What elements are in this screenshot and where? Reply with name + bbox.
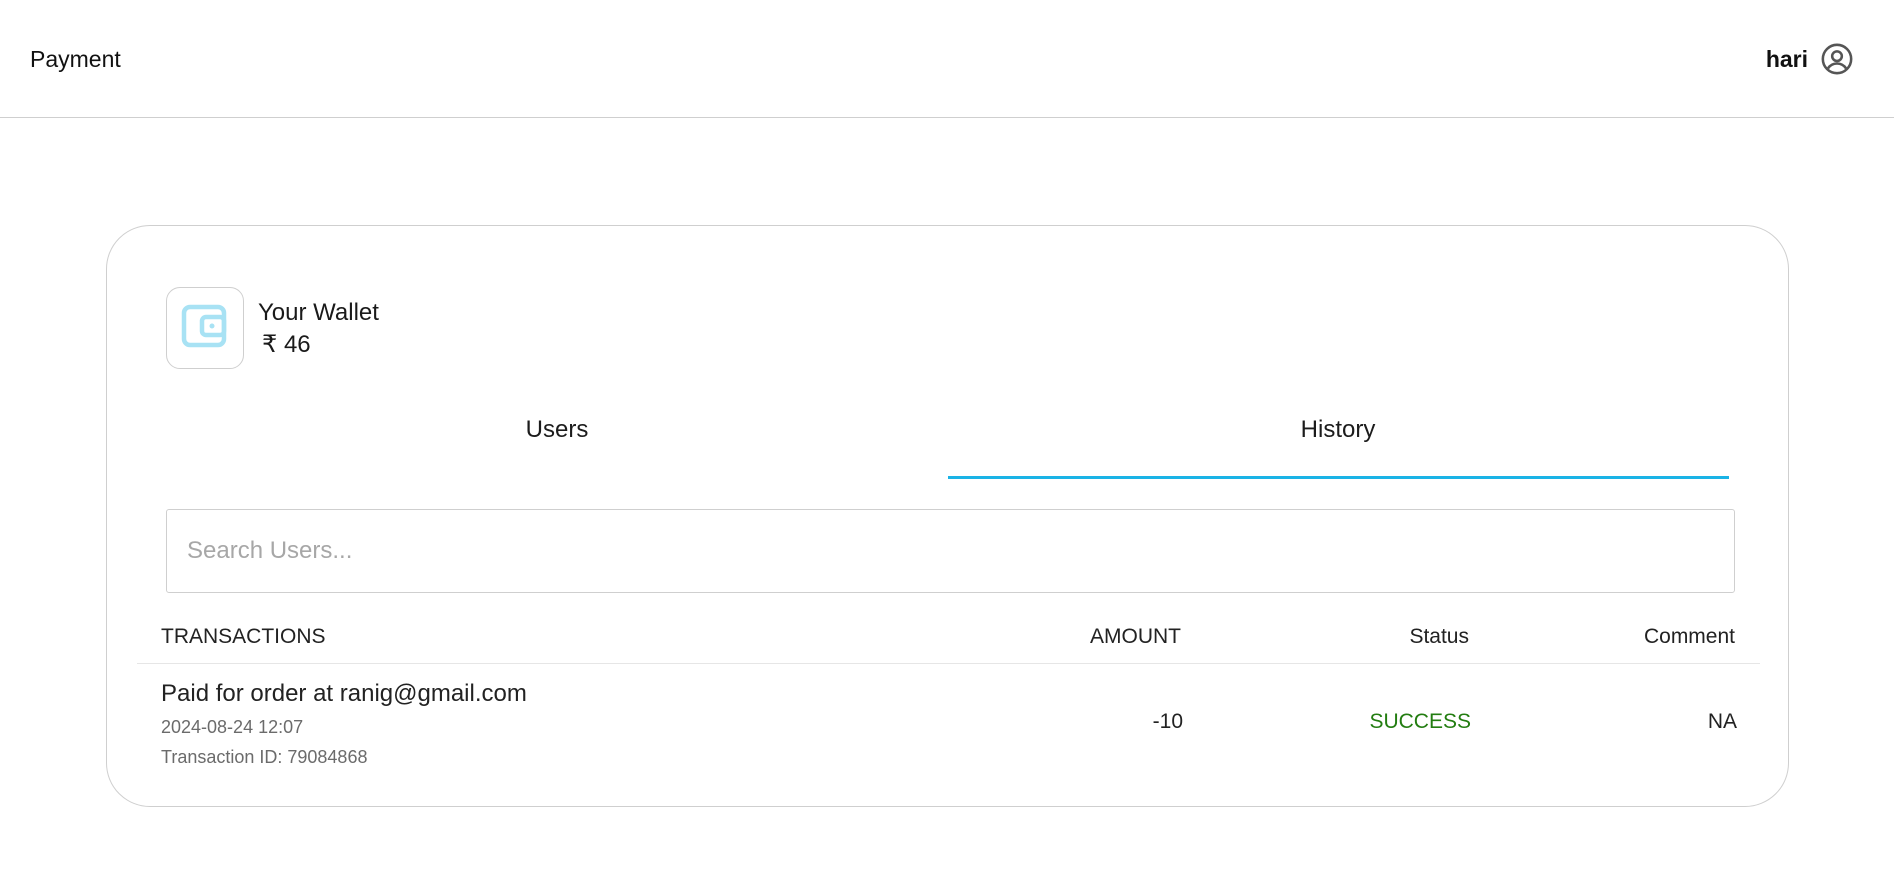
tab-history[interactable]: History [948, 416, 1728, 464]
column-header-comment: Comment [1643, 625, 1735, 648]
user-menu[interactable]: hari [1766, 42, 1854, 76]
wallet-card: Your Wallet ₹ 46 Users History TRANSACTI… [106, 225, 1789, 807]
column-header-status: Status [1409, 625, 1469, 648]
wallet-balance: ₹ 46 [262, 331, 311, 358]
active-tab-indicator [948, 476, 1729, 479]
top-app-bar: Payment hari [0, 0, 1894, 118]
transaction-id: Transaction ID: 79084868 [161, 747, 368, 767]
tab-users[interactable]: Users [167, 416, 947, 464]
transaction-comment: NA [1707, 710, 1737, 733]
wallet-icon-container [166, 287, 244, 369]
wallet-icon [180, 301, 230, 356]
transaction-row: Paid for order at ranig@gmail.com 2024-0… [107, 664, 1790, 774]
account-circle-icon[interactable] [1820, 42, 1854, 76]
transaction-date: 2024-08-24 12:07 [161, 717, 304, 737]
user-name[interactable]: hari [1766, 46, 1808, 73]
app-title: Payment [30, 46, 121, 72]
column-header-amount: AMOUNT [1090, 625, 1181, 648]
wallet-title: Your Wallet [258, 299, 379, 326]
column-header-transactions: TRANSACTIONS [161, 625, 326, 648]
transaction-amount: -10 [1152, 710, 1183, 733]
transaction-status: SUCCESS [1369, 710, 1471, 733]
search-users-input[interactable] [166, 509, 1735, 593]
transaction-description: Paid for order at ranig@gmail.com [161, 680, 527, 707]
